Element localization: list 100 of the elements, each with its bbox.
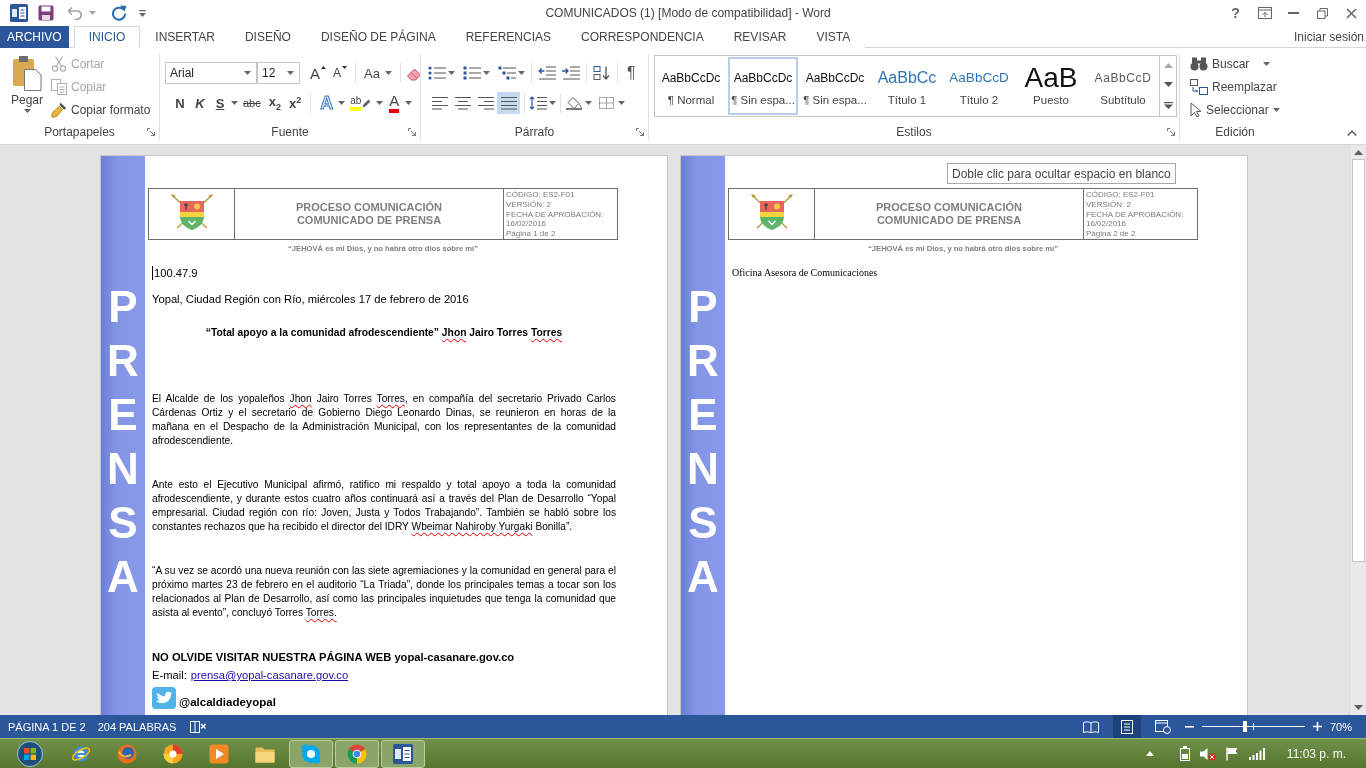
bullets-icon[interactable]	[428, 66, 446, 80]
numbering-icon[interactable]	[463, 66, 481, 80]
dialog-launcher-icon[interactable]	[147, 128, 155, 136]
scroll-down-icon[interactable]	[1353, 705, 1363, 710]
taskbar-button[interactable]	[381, 739, 425, 768]
justify-button[interactable]	[497, 92, 520, 114]
zoom-percent[interactable]: 70%	[1329, 720, 1352, 733]
style-button[interactable]: AaBbCcD Título 2	[944, 57, 1014, 115]
style-button[interactable]: AaBbCcDc ¶ Normal	[656, 57, 726, 115]
style-button[interactable]: AaBbCcD Subtítulo	[1088, 57, 1158, 115]
start-orb-icon[interactable]	[16, 740, 43, 767]
align-center-icon	[453, 96, 472, 110]
paste-button[interactable]: Pegar	[5, 52, 49, 124]
page-count[interactable]: PÁGINA 1 DE 2	[8, 720, 86, 733]
style-button[interactable]: AaBbCcDc ¶ Sin espa...	[728, 57, 798, 115]
caret-icon[interactable]	[338, 101, 346, 105]
minus-icon[interactable]	[1184, 725, 1194, 728]
caret-icon	[287, 71, 294, 75]
dialog-launcher-icon[interactable]	[1167, 128, 1175, 136]
more-icon[interactable]	[1163, 101, 1173, 109]
plus-icon[interactable]	[1312, 722, 1322, 731]
save-icon[interactable]	[38, 5, 54, 21]
caret-icon[interactable]	[483, 71, 490, 75]
header-info: FECHA DE APROBACIÓN:	[506, 209, 604, 220]
flag-icon[interactable]	[1225, 746, 1239, 761]
window-title: COMUNICADOS (1) [Modo de compatibilidad] - Word	[545, 6, 831, 20]
dialog-launcher-icon[interactable]	[636, 128, 644, 136]
caret-icon	[384, 71, 392, 75]
ribbon-tab[interactable]: DISEÑO DE PÁGINA	[305, 26, 451, 48]
line-spacing-icon[interactable]	[529, 96, 547, 110]
dialog-launcher-icon[interactable]	[408, 128, 416, 136]
style-button[interactable]: AaBbCc Título 1	[872, 57, 942, 115]
caret-icon[interactable]	[618, 101, 625, 105]
decrease-indent-icon[interactable]	[538, 66, 556, 80]
show-marks-button[interactable]: ¶	[624, 65, 639, 81]
file-tab[interactable]: ARCHIVO	[0, 26, 69, 48]
caret-icon[interactable]	[448, 71, 455, 75]
highlight-button[interactable]: ab	[347, 92, 375, 114]
header-info: FECHA DE APROBACIÓN:	[1086, 209, 1184, 220]
strikethrough-button[interactable]: abc	[240, 92, 264, 114]
caret-icon[interactable]	[231, 101, 238, 105]
scrollbar-thumb[interactable]	[1351, 159, 1365, 562]
superscript-button[interactable]: x$^{2}$	[286, 92, 305, 114]
help-button[interactable]: ?	[1229, 5, 1242, 21]
paint-bucket-icon[interactable]	[565, 96, 583, 110]
find-button[interactable]: Buscar	[1188, 52, 1282, 75]
signal-bars-icon[interactable]	[1248, 747, 1265, 760]
book-cross-icon[interactable]	[190, 719, 207, 734]
restore-icon[interactable]	[1317, 7, 1328, 19]
sign-in-link[interactable]: Iniciar sesión	[1293, 26, 1366, 47]
grow-font-button[interactable]: A	[307, 62, 329, 84]
format-painter-button[interactable]: Copiar formato	[49, 98, 153, 121]
caret-icon[interactable]	[376, 101, 384, 105]
style-button[interactable]: AaB Puesto	[1016, 57, 1086, 115]
ribbon-display-icon[interactable]	[1257, 7, 1272, 19]
italic-button[interactable]: K	[191, 92, 209, 114]
increase-indent-icon[interactable]	[562, 66, 580, 80]
clock[interactable]: 11:03 p. m.	[1286, 746, 1346, 761]
subscript-button[interactable]: x$_{2}$	[265, 92, 284, 114]
header-info: Página 1 de 2	[506, 229, 556, 239]
change-case-button[interactable]: Aa	[361, 62, 395, 84]
document-logo-icon[interactable]	[10, 4, 28, 22]
style-button[interactable]: AaBbCcDc ¶ Sin espa...	[800, 57, 870, 115]
font-name-field[interactable]: Arial	[165, 62, 257, 84]
caret-icon[interactable]	[518, 71, 525, 75]
battery-icon[interactable]	[1179, 746, 1190, 761]
shrink-font-button[interactable]: A	[330, 62, 351, 84]
redo-icon[interactable]	[111, 5, 127, 21]
underline-button[interactable]: S	[211, 92, 229, 114]
word-count[interactable]: 204 PALABRAS	[97, 720, 177, 733]
customize-icon[interactable]	[139, 9, 146, 17]
ribbon-tab[interactable]: INICIO	[73, 26, 141, 48]
scroll-up-icon[interactable]	[1353, 150, 1363, 155]
select-button[interactable]: Seleccionar	[1188, 98, 1282, 121]
font-size-field[interactable]: 12	[257, 62, 300, 84]
borders-icon[interactable]	[598, 96, 616, 110]
multilevel-list-icon[interactable]	[498, 66, 516, 80]
text-line: Oficina Asesora de Comunicaciones	[732, 266, 878, 280]
scroll-down-icon[interactable]	[1163, 82, 1173, 88]
collapse-ribbon-icon[interactable]	[1347, 130, 1357, 136]
bird-icon	[152, 687, 176, 709]
header-info: CÓDIGO: ES2-F01	[506, 190, 575, 200]
taskbar-button[interactable]	[289, 739, 333, 768]
sort-icon[interactable]	[593, 66, 611, 80]
email-link[interactable]: prensa@yopal-casanare.gov.co	[190, 666, 349, 684]
font-color-button[interactable]: A	[385, 92, 404, 114]
caret-up-icon[interactable]	[1145, 751, 1154, 756]
print-view-button[interactable]	[1112, 715, 1141, 738]
pointer-icon	[1190, 101, 1202, 118]
scrollbar[interactable]	[1349, 145, 1366, 715]
caret-icon[interactable]	[549, 101, 556, 105]
paragraph: “A su vez se acordó una nueva reunión con las siete agremiaciones y la comunidad en general para el próximo martes 23 de febrero en el auditorio “La Triada”, donde los principales temas a tocar son los relacionados al Plan de Desarrollo, así como las principales inquietudes que tenga la comunidad que asista al evento”, concluyó Torres Torres.	[152, 564, 616, 620]
speaker-muted-icon[interactable]	[1199, 746, 1216, 761]
brush-icon	[51, 101, 67, 118]
replace-button[interactable]: Reemplazar	[1188, 75, 1282, 98]
bold-button[interactable]: N	[171, 92, 189, 114]
caret-icon[interactable]	[585, 101, 592, 105]
close-icon[interactable]	[1346, 7, 1357, 19]
zoom-slider-thumb[interactable]	[1243, 721, 1248, 732]
caret-icon[interactable]	[405, 101, 413, 105]
